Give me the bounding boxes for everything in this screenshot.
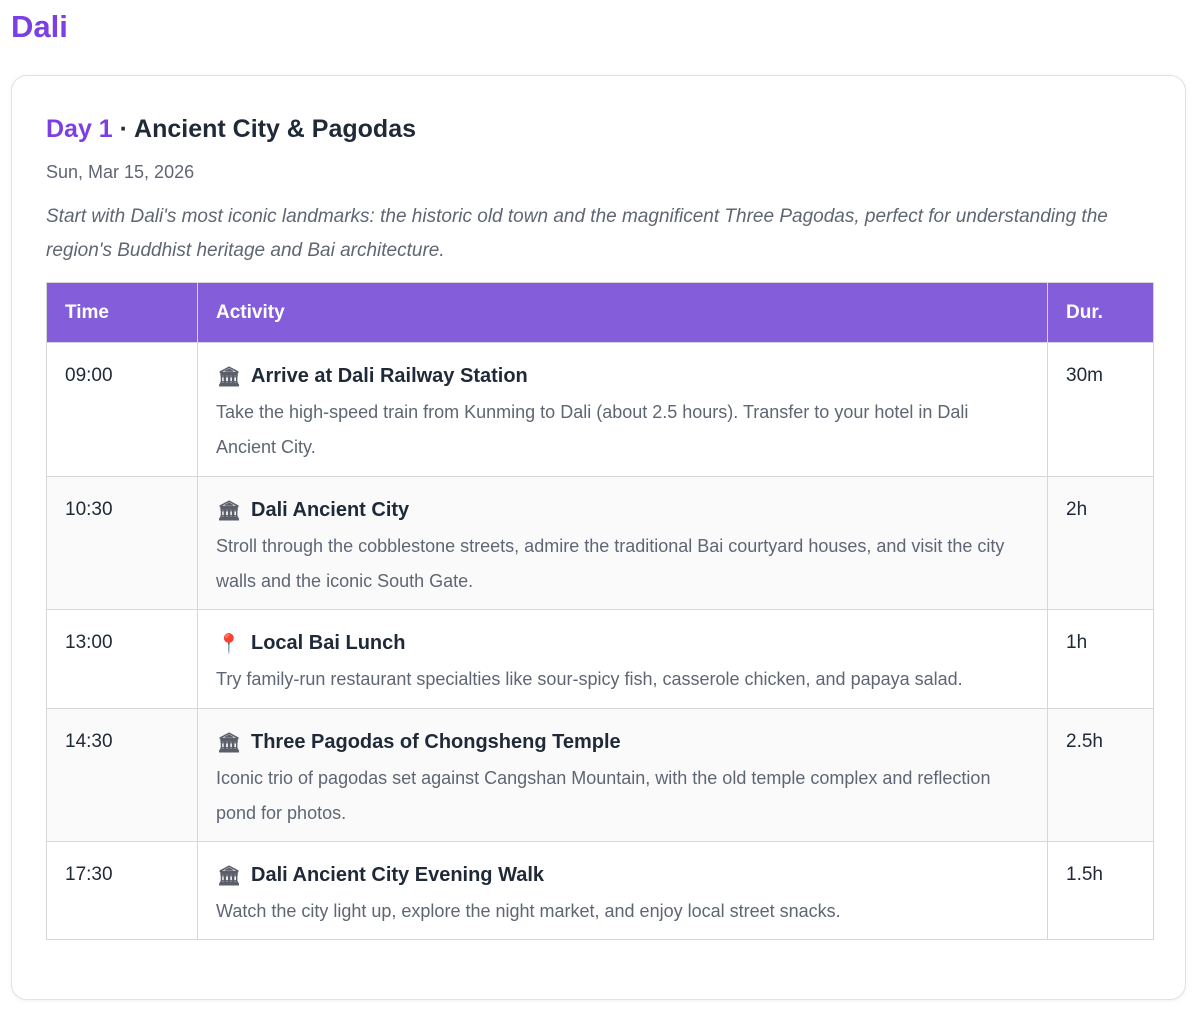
duration-cell: 1h xyxy=(1047,609,1154,709)
time-cell: 09:00 xyxy=(46,342,198,477)
activity-title: Dali Ancient City xyxy=(251,498,410,521)
landmark-icon: 🏛 xyxy=(216,499,242,522)
day-card: Day 1 · Ancient City & Pagodas Sun, Mar … xyxy=(11,75,1186,1000)
column-header-activity: Activity xyxy=(197,282,1048,343)
day-number: Day 1 xyxy=(46,115,113,143)
landmark-icon: 🏛 xyxy=(216,731,242,754)
table-row: 09:00 🏛 Arrive at Dali Railway Station Take… xyxy=(46,342,1154,477)
activity-title: Dali Ancient City Evening Walk xyxy=(251,863,545,886)
page-title: Dali xyxy=(11,9,68,44)
activity-cell: 🏛 Arrive at Dali Railway Station Take the … xyxy=(197,342,1048,477)
duration-cell: 2h xyxy=(1047,476,1154,610)
time-cell: 10:30 xyxy=(46,476,198,610)
duration-cell: 30m xyxy=(1047,342,1154,477)
activity-description: Stroll through the cobblestone streets, … xyxy=(216,536,1005,591)
activity-description: Try family-run restaurant specialties li… xyxy=(216,669,963,689)
table-row: 13:00 📍 Local Bai Lunch Try family-run rest… xyxy=(46,609,1154,709)
activity-title-row: 🏛 Dali Ancient City xyxy=(216,495,1029,525)
table-row: 17:30 🏛 Dali Ancient City Evening Walk Watc… xyxy=(46,841,1154,940)
duration-cell: 2.5h xyxy=(1047,708,1154,842)
duration-cell: 1.5h xyxy=(1047,841,1154,940)
activity-cell: 🏛 Dali Ancient City Evening Walk Watch the… xyxy=(197,841,1048,940)
table-row: 14:30 🏛 Three Pagodas of Chongsheng Temple… xyxy=(46,708,1154,842)
map-pin-icon: 📍 xyxy=(217,632,241,655)
day-title: Ancient City & Pagodas xyxy=(134,115,417,143)
time-cell: 17:30 xyxy=(46,841,198,940)
activity-title: Arrive at Dali Railway Station xyxy=(251,364,528,387)
column-header-time: Time xyxy=(46,282,198,343)
itinerary-body: 09:00 🏛 Arrive at Dali Railway Station Take… xyxy=(46,342,1154,940)
activity-title: Three Pagodas of Chongsheng Temple xyxy=(251,730,621,753)
activity-cell: 🏛 Three Pagodas of Chongsheng Temple Iconi… xyxy=(197,708,1048,842)
activity-description: Watch the city light up, explore the nig… xyxy=(216,901,841,921)
column-header-duration: Dur. xyxy=(1047,282,1154,343)
day-heading: Day 1 · Ancient City & Pagodas xyxy=(46,112,416,146)
table-row: 10:30 🏛 Dali Ancient City Stroll through th… xyxy=(46,476,1154,610)
day-date: Sun, Mar 15, 2026 xyxy=(46,162,195,182)
activity-cell: 🏛 Dali Ancient City Stroll through the cob… xyxy=(197,476,1048,610)
itinerary-table: Time Activity Dur. 09:00 🏛 Arrive at Dali … xyxy=(46,282,1154,940)
activity-description: Iconic trio of pagodas set against Cangs… xyxy=(216,768,991,823)
day-separator: · xyxy=(112,115,135,143)
activity-title-row: 📍 Local Bai Lunch xyxy=(216,628,1029,658)
activity-title-row: 🏛 Three Pagodas of Chongsheng Temple xyxy=(216,727,1029,757)
landmark-icon: 🏛 xyxy=(216,365,242,388)
day-intro: Start with Dali's most iconic landmarks:… xyxy=(46,206,1108,261)
table-header-row: Time Activity Dur. xyxy=(46,282,1154,343)
activity-cell: 📍 Local Bai Lunch Try family-run restauran… xyxy=(197,609,1048,709)
activity-title: Local Bai Lunch xyxy=(251,631,406,654)
time-cell: 13:00 xyxy=(46,609,198,709)
time-cell: 14:30 xyxy=(46,708,198,842)
activity-title-row: 🏛 Dali Ancient City Evening Walk xyxy=(216,860,1029,890)
activity-description: Take the high-speed train from Kunming t… xyxy=(216,402,969,457)
landmark-icon: 🏛 xyxy=(216,864,242,887)
activity-title-row: 🏛 Arrive at Dali Railway Station xyxy=(216,361,1029,391)
